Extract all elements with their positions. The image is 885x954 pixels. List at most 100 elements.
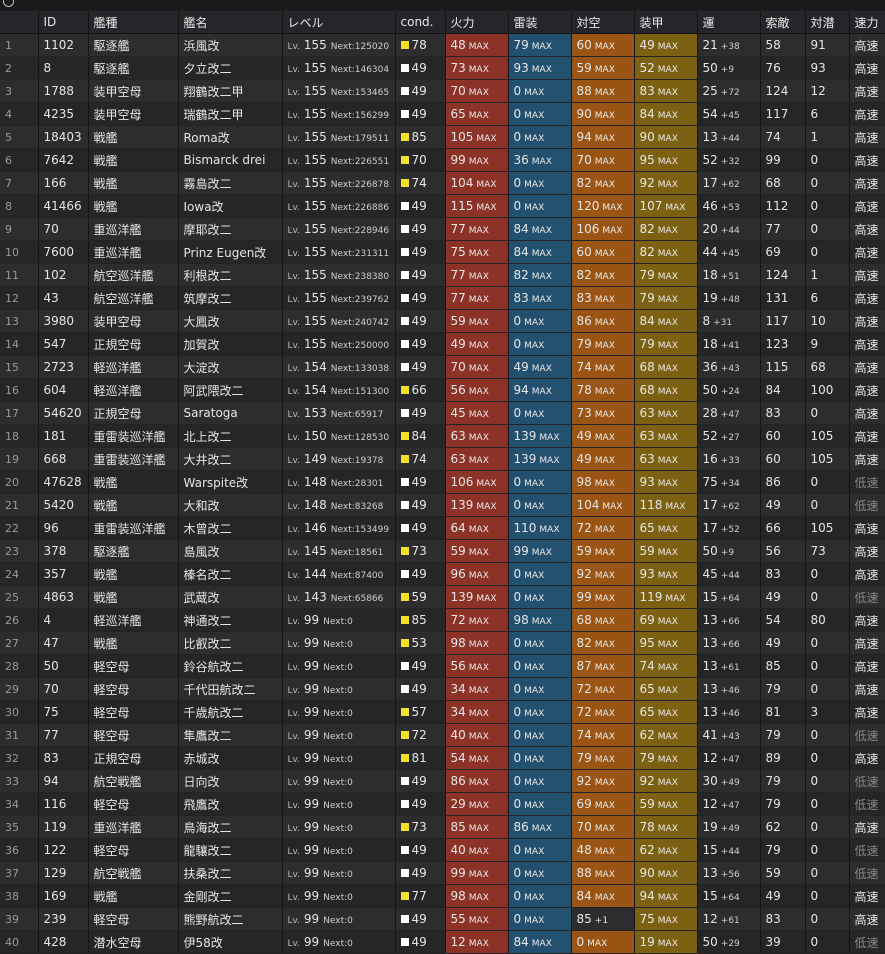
max-label: MAX <box>468 824 489 834</box>
table-row[interactable]: 8 41466 戦艦 Iowa改 Lv. 155 Next:226886 49 115 MAX 0… <box>0 194 885 218</box>
table-row[interactable]: 31 77 軽空母 隼鷹改二 Lv. 99 Next:0 72 40 MAX 0 MAX 74 MAX 6… <box>0 723 885 747</box>
header-col-type[interactable]: 艦種 <box>88 11 179 34</box>
max-label: MAX <box>657 525 678 535</box>
condition-cell: 49 <box>395 907 446 931</box>
table-row[interactable]: 24 357 戦艦 榛名改二 Lv. 144 Next:87400 49 96 MAX 0 MAX 9… <box>0 562 885 586</box>
table-row[interactable]: 34 116 軽空母 飛鷹改 Lv. 99 Next:0 49 29 MAX 0 MAX 69 MAX 5… <box>0 792 885 816</box>
table-row[interactable]: 11 102 航空巡洋艦 利根改二 Lv. 155 Next:238380 49 77 MAX 8… <box>0 263 885 287</box>
los-value: 49 <box>765 636 781 650</box>
armor-cell: 62 MAX <box>634 723 698 747</box>
ship-type: 軽空母 <box>93 843 130 858</box>
table-row[interactable]: 14 547 正規空母 加賀改 Lv. 155 Next:250000 49 49 MAX 0 MA… <box>0 332 885 356</box>
torpedo-cell: 0 MAX <box>508 194 572 218</box>
table-row[interactable]: 6 7642 戦艦 Bismarck drei Lv. 155 Next:226551 70… <box>0 148 885 172</box>
table-row[interactable]: 33 94 航空戦艦 日向改 Lv. 99 Next:0 49 86 MAX 0 MAX 92 MAX 9… <box>0 769 885 793</box>
ship-name: 筑摩改二 <box>183 291 232 306</box>
table-row[interactable]: 3 1788 装甲空母 翔鶴改二甲 Lv. 155 Next:153465 49 70 MAX 0… <box>0 79 885 103</box>
table-row[interactable]: 26 4 軽巡洋艦 神通改二 Lv. 99 Next:0 85 72 MAX 98 MAX 68 MAX… <box>0 608 885 632</box>
table-row[interactable]: 28 50 軽空母 鈴谷航改二 Lv. 99 Next:0 49 56 MAX 0 MAX 87 MAX… <box>0 654 885 678</box>
firepower-value: 73 <box>450 61 466 75</box>
table-row[interactable]: 38 169 戦艦 金剛改二 Lv. 99 Next:0 77 98 MAX 0 MAX 84 MAX 9… <box>0 884 885 908</box>
ship-type: 重巡洋艦 <box>93 820 142 835</box>
ship-name-cell: 榛名改二 <box>178 562 283 586</box>
asw-cell: 6 <box>805 286 850 310</box>
header-col-armor[interactable]: 装甲 <box>634 11 698 34</box>
table-row[interactable]: 2 8 駆逐艦 夕立改二 Lv. 155 Next:146304 49 73 MAX 93 MAX 5… <box>0 56 885 80</box>
header-col-cond[interactable]: cond. <box>395 11 446 34</box>
level-cell: Lv. 155 Next:226878 <box>282 171 396 195</box>
header-col-no[interactable] <box>0 11 39 34</box>
table-row[interactable]: 32 83 正規空母 赤城改 Lv. 99 Next:0 81 54 MAX 0 MAX 79 MAX 7… <box>0 746 885 770</box>
antiair-cell: 72 MAX <box>571 700 635 724</box>
luck-increment: +9 <box>720 65 735 75</box>
table-row[interactable]: 16 604 軽巡洋艦 阿武隈改二 Lv. 154 Next:151300 66 56 MAX 9… <box>0 378 885 402</box>
asw-value: 0 <box>810 176 819 190</box>
table-row[interactable]: 9 70 重巡洋艦 摩耶改二 Lv. 155 Next:228946 49 77 MAX 84 MA… <box>0 217 885 241</box>
header-col-speed[interactable]: 速力 <box>849 11 885 34</box>
armor-cell: 65 MAX <box>634 677 698 701</box>
condition-cell: 59 <box>395 585 446 609</box>
table-row[interactable]: 4 4235 装甲空母 瑞鶴改二甲 Lv. 155 Next:156299 49 65 MAX 0… <box>0 102 885 126</box>
table-row[interactable]: 37 129 航空戦艦 扶桑改二 Lv. 99 Next:0 49 99 MAX 0 MAX 88 MA… <box>0 861 885 885</box>
ship-id-cell: 604 <box>38 378 89 402</box>
table-row[interactable]: 30 75 軽空母 千歳航改二 Lv. 99 Next:0 57 34 MAX 0 MAX 72 MAX… <box>0 700 885 724</box>
max-label: MAX <box>524 893 545 903</box>
max-label: MAX <box>468 686 489 696</box>
table-row[interactable]: 10 7600 重巡洋艦 Prinz Eugen改 Lv. 155 Next:231311… <box>0 240 885 264</box>
header-col-id[interactable]: ID <box>38 11 89 34</box>
condition-cell: 49 <box>395 355 446 379</box>
level-cell: Lv. 144 Next:87400 <box>282 562 396 586</box>
asw-cell: 10 <box>805 309 850 333</box>
ship-name: 翔鶴改二甲 <box>183 84 244 99</box>
circle-icon[interactable] <box>3 0 14 7</box>
table-row[interactable]: 18 181 重雷装巡洋艦 北上改二 Lv. 150 Next:128530 84 63 MAX… <box>0 424 885 448</box>
header-col-antiair[interactable]: 対空 <box>571 11 635 34</box>
header-col-asw[interactable]: 対潜 <box>805 11 850 34</box>
table-row[interactable]: 15 2723 軽巡洋艦 大淀改 Lv. 154 Next:133038 49 70 MAX 49… <box>0 355 885 379</box>
table-row[interactable]: 22 96 重雷装巡洋艦 木曾改二 Lv. 146 Next:153499 49 64 MAX 1… <box>0 516 885 540</box>
table-row[interactable]: 36 122 軽空母 龍驤改二 Lv. 99 Next:0 49 40 MAX 0 MAX 48 MAX… <box>0 838 885 862</box>
table-row[interactable]: 40 428 潜水空母 伊58改 Lv. 99 Next:0 49 12 MAX 84 MAX 0 MA… <box>0 930 885 954</box>
table-row[interactable]: 39 239 軽空母 熊野航改二 Lv. 99 Next:0 49 55 MAX 0 MAX 85 +1… <box>0 907 885 931</box>
asw-cell: 0 <box>805 148 850 172</box>
table-row[interactable]: 17 54620 正規空母 Saratoga Lv. 153 Next:65917 49 45… <box>0 401 885 425</box>
ship-type-cell: 重巡洋艦 <box>88 217 179 241</box>
table-row[interactable]: 1 1102 駆逐艦 浜風改 Lv. 155 Next:125020 78 48 MAX 79 MA… <box>0 33 885 57</box>
table-row[interactable]: 35 119 重巡洋艦 鳥海改二 Lv. 99 Next:0 73 85 MAX 86 MAX 70 M… <box>0 815 885 839</box>
table-row[interactable]: 13 3980 装甲空母 大鳳改 Lv. 155 Next:240742 49 59 MAX 0 M… <box>0 309 885 333</box>
level-cell: Lv. 99 Next:0 <box>282 815 396 839</box>
ship-id: 8 <box>43 61 52 75</box>
header-col-los[interactable]: 索敵 <box>760 11 806 34</box>
table-row[interactable]: 7 166 戦艦 霧島改二 Lv. 155 Next:226878 74 104 MAX 0 MAX… <box>0 171 885 195</box>
header-col-luck[interactable]: 運 <box>697 11 761 34</box>
next-exp: Next:231311 <box>331 249 389 259</box>
table-row[interactable]: 29 70 軽空母 千代田航改二 Lv. 99 Next:0 49 34 MAX 0 MAX 72 MA… <box>0 677 885 701</box>
ship-id-cell: 94 <box>38 769 89 793</box>
level-value: 99 <box>303 797 320 811</box>
ship-id: 129 <box>43 866 67 880</box>
armor-value: 90 <box>639 130 655 144</box>
table-row[interactable]: 20 47628 戦艦 Warspite改 Lv. 148 Next:28301 49 106… <box>0 470 885 494</box>
table-row[interactable]: 12 43 航空巡洋艦 筑摩改二 Lv. 155 Next:239762 49 77 MAX 83… <box>0 286 885 310</box>
luck-cell: 17 +62 <box>697 171 761 195</box>
header-col-level[interactable]: レベル <box>282 11 396 34</box>
armor-cell: 84 MAX <box>634 102 698 126</box>
header-col-torpedo[interactable]: 雷装 <box>508 11 572 34</box>
luck-cell: 46 +53 <box>697 194 761 218</box>
table-row[interactable]: 5 18403 戦艦 Roma改 Lv. 155 Next:179511 85 105 MAX 0… <box>0 125 885 149</box>
max-label: MAX <box>665 594 686 604</box>
firepower-cell: 64 MAX <box>445 516 509 540</box>
table-row[interactable]: 23 378 駆逐艦 島風改 Lv. 145 Next:18561 73 59 MAX 99 MAX… <box>0 539 885 563</box>
torpedo-cell: 84 MAX <box>508 240 572 264</box>
table-row[interactable]: 25 4863 戦艦 武蔵改 Lv. 143 Next:65866 59 139 MAX 0 MAX… <box>0 585 885 609</box>
header-col-name[interactable]: 艦名 <box>178 11 283 34</box>
max-label: MAX <box>524 203 545 213</box>
max-label: MAX <box>657 295 678 305</box>
max-label: MAX <box>657 42 678 52</box>
firepower-value: 105 <box>450 130 474 144</box>
table-row[interactable]: 21 5420 戦艦 大和改 Lv. 148 Next:83268 49 139 MAX 0 MAX… <box>0 493 885 517</box>
table-row[interactable]: 27 47 戦艦 比叡改二 Lv. 99 Next:0 53 98 MAX 0 MAX 82 MAX 95… <box>0 631 885 655</box>
header-col-firepower[interactable]: 火力 <box>445 11 509 34</box>
next-value: 65866 <box>354 594 384 604</box>
table-row[interactable]: 19 668 重雷装巡洋艦 大井改二 Lv. 149 Next:19378 74 63 MAX 1… <box>0 447 885 471</box>
